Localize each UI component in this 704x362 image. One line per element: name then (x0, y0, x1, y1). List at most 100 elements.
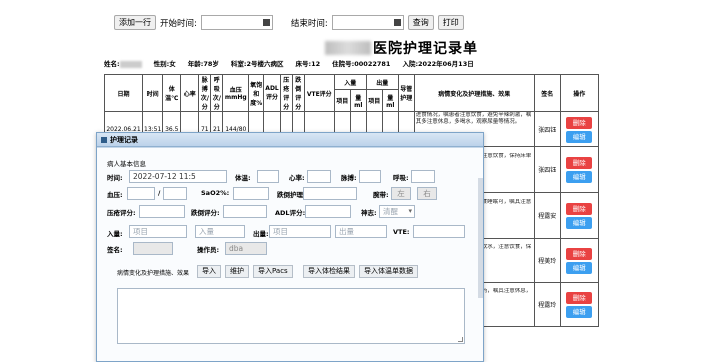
adl-score-input[interactable] (305, 205, 351, 218)
import-exam-button[interactable]: 导入体检结果 (303, 265, 355, 278)
vte-input[interactable] (413, 225, 465, 238)
sign-input[interactable] (133, 242, 173, 255)
patient-info: 姓名: 性别:女 年龄:78岁 科室:2号楼六病区 床号:12 住院号:0002… (104, 58, 474, 68)
start-time-input[interactable] (200, 15, 273, 30)
cell-actions: 删除 编辑 (559, 146, 599, 193)
cell-actions: 删除 编辑 (559, 282, 599, 327)
end-time-input[interactable] (331, 15, 404, 30)
patient-admit-date: 入院:2022年06月13日 (402, 60, 474, 68)
pressure-label: 压疮评分: (107, 209, 136, 217)
fall-care-label: 跌倒护理: (277, 191, 306, 199)
col-in-ml: 量ml (349, 89, 367, 112)
temp-label: 体温: (235, 174, 251, 182)
edit-button[interactable]: 编辑 (566, 171, 593, 183)
dialog-title: 护理记录 (110, 135, 138, 144)
print-button[interactable]: 打印 (437, 15, 464, 30)
delete-button[interactable]: 删除 (566, 248, 593, 260)
time-input[interactable]: 2022-07-12 11:5 (129, 170, 227, 183)
observation-textarea[interactable] (117, 288, 465, 344)
right-button[interactable]: 右 (417, 187, 437, 200)
cell-signature: 程美玲 (533, 238, 561, 283)
delete-button[interactable]: 删除 (566, 116, 593, 129)
col-pulse: 脉搏次/分 (198, 74, 212, 112)
fall-care-input[interactable] (303, 187, 357, 200)
basic-info-label: 病人基本信息 (107, 160, 146, 168)
dialog-scrollbar[interactable] (478, 178, 483, 298)
calendar-icon[interactable] (262, 19, 270, 26)
col-observation: 病情变化及护理措施、效果 (413, 74, 535, 112)
intake-item-input[interactable]: 项目 (129, 225, 187, 238)
col-pressure: 压疮评分 (279, 74, 293, 112)
intake-amount-input[interactable]: 入量 (195, 225, 245, 238)
col-hr: 心率 (180, 74, 200, 112)
nursing-record-dialog: 护理记录 病人基本信息 时间: 2022-07-12 11:5 体温: 心率: … (96, 132, 484, 362)
cell-actions: 删除 编辑 (559, 111, 599, 147)
pulse-input[interactable] (359, 170, 381, 183)
temp-input[interactable] (257, 170, 279, 183)
dialog-icon (101, 136, 107, 143)
col-out-item: 项目 (365, 89, 383, 112)
col-spo2: 氧饱和度% (248, 74, 265, 112)
patient-admission-no: 住院号:00022781 (332, 60, 391, 68)
edit-button[interactable]: 编辑 (566, 130, 593, 143)
patient-age: 年龄:78岁 (187, 60, 219, 68)
output-amount-input[interactable]: 出量 (335, 225, 387, 238)
edit-button[interactable]: 编辑 (566, 262, 593, 274)
dialog-header[interactable]: 护理记录 (97, 133, 483, 147)
adl-label: ADL评分: (275, 209, 306, 217)
patient-bed: 床号:12 (295, 60, 321, 68)
bp-systolic-input[interactable] (127, 187, 155, 200)
left-button[interactable]: 左 (391, 187, 411, 200)
maintain-button[interactable]: 维护 (225, 265, 249, 278)
bp-separator: / (158, 189, 161, 197)
col-catheter: 导管护理 (397, 74, 415, 112)
delete-button[interactable]: 删除 (566, 157, 593, 169)
fall-score-input[interactable] (223, 205, 267, 218)
hr-input[interactable] (307, 170, 331, 183)
patient-gender: 性别:女 (153, 60, 176, 68)
import-pacs-button[interactable]: 导入Pacs (253, 265, 293, 278)
cell-actions: 删除 编辑 (559, 192, 599, 239)
resp-label: 呼吸: (393, 174, 409, 182)
edit-button[interactable]: 编辑 (566, 306, 593, 318)
import-button[interactable]: 导入 (197, 265, 221, 278)
output-item-input[interactable]: 项目 (269, 225, 331, 238)
col-temp: 体温℃ (162, 74, 182, 112)
patient-ward: 科室:2号楼六病区 (230, 60, 284, 68)
cell-actions: 删除 编辑 (559, 238, 599, 283)
resize-handle-icon[interactable] (458, 337, 463, 342)
operator-label: 操作员: (197, 246, 220, 254)
col-fall: 跌倒评分 (291, 74, 305, 112)
spo2-input[interactable] (233, 187, 269, 200)
import-temperature-button[interactable]: 导入体温单数据 (359, 265, 418, 278)
col-in-item: 项目 (333, 89, 351, 112)
vte-label: VTE: (393, 228, 410, 236)
spo2-label: SaO2%: (201, 189, 230, 197)
pressure-score-input[interactable] (139, 205, 185, 218)
mental-label: 神志: (361, 209, 377, 217)
col-signature: 签名 (533, 74, 561, 112)
resp-input[interactable] (411, 170, 435, 183)
dialog-body: 病人基本信息 时间: 2022-07-12 11:5 体温: 心率: 脉搏: 呼… (97, 147, 483, 361)
query-button[interactable]: 查询 (407, 15, 434, 30)
intake-label: 入量: (107, 230, 123, 238)
time-label: 时间: (107, 174, 123, 182)
col-adl: ADL评分 (263, 74, 281, 112)
pulse-label: 脉搏: (341, 174, 357, 182)
col-bp: 血压mmHg (222, 74, 250, 112)
toolbar: 添加一行 开始时间: 结束时间: 查询 打印 (114, 15, 464, 30)
blurred-hospital-name (325, 41, 371, 55)
delete-button[interactable]: 删除 (566, 203, 593, 215)
hr-label: 心率: (289, 174, 305, 182)
col-actions: 操作 (559, 74, 599, 112)
delete-button[interactable]: 删除 (566, 292, 593, 304)
cell-signature: 张四钰 (533, 146, 561, 193)
calendar-icon[interactable] (393, 19, 401, 26)
mental-select[interactable]: 清醒 (379, 205, 415, 218)
col-date: 日期 (104, 74, 143, 112)
operator-input[interactable]: dba (225, 242, 267, 255)
page-title: 医院护理记录单 (325, 38, 478, 58)
add-row-button[interactable]: 添加一行 (114, 15, 156, 30)
edit-button[interactable]: 编辑 (566, 217, 593, 229)
bp-diastolic-input[interactable] (163, 187, 187, 200)
